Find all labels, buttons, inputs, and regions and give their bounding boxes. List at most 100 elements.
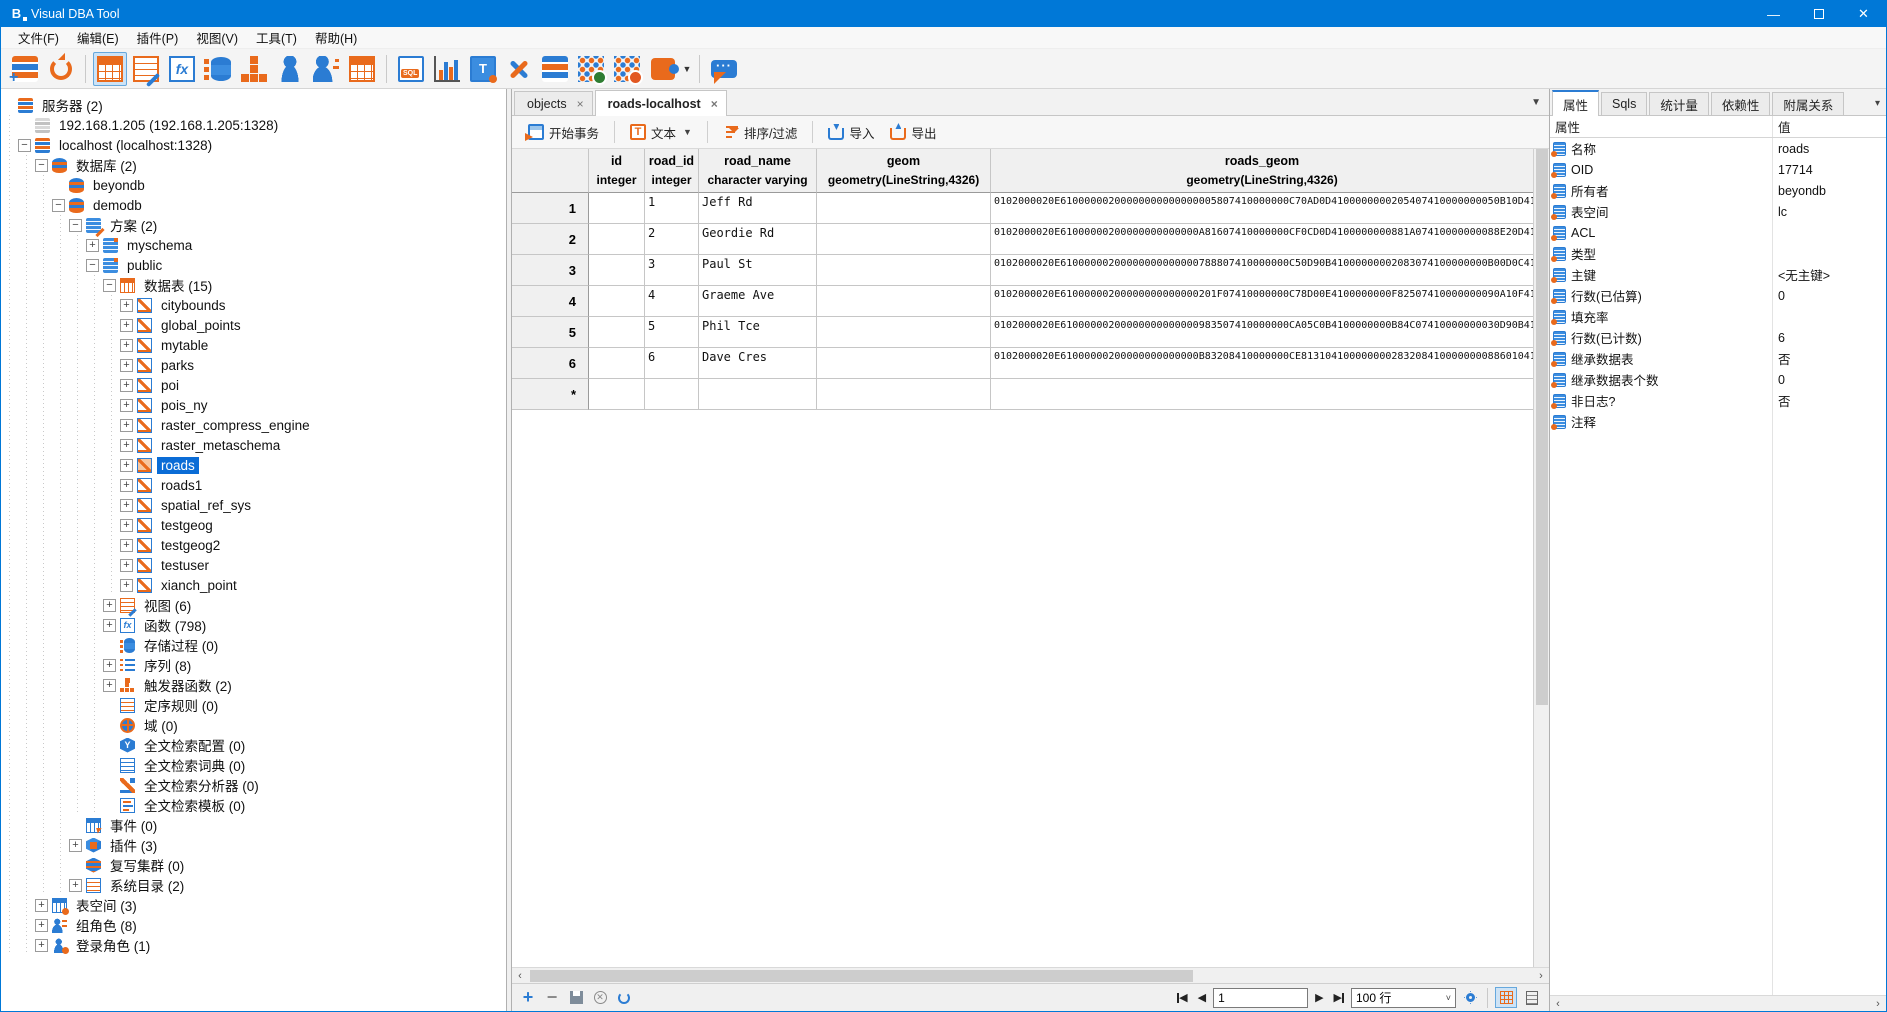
tree-item[interactable]: +spatial_ref_sys — [1, 495, 506, 515]
tree-item[interactable]: 192.168.1.205 (192.168.1.205:1328) — [1, 115, 506, 135]
refresh-data-button[interactable] — [614, 988, 634, 1008]
tree-item[interactable]: +citybounds — [1, 295, 506, 315]
sort-filter-button[interactable]: 排序/过滤 — [715, 119, 805, 146]
storage-proc-button[interactable] — [201, 52, 235, 86]
tree-item[interactable]: 存储过程 (0) — [1, 635, 506, 655]
column-header-id[interactable]: idinteger — [589, 149, 645, 193]
tab-objects[interactable]: objects× — [514, 91, 593, 115]
close-icon[interactable]: × — [711, 97, 718, 111]
form-view-toggle[interactable] — [1521, 987, 1543, 1008]
cell-id[interactable] — [589, 348, 645, 379]
tree-expander-collapse[interactable]: − — [103, 279, 116, 292]
tree-item[interactable]: −数据表 (15) — [1, 275, 506, 295]
user-button[interactable] — [273, 52, 307, 86]
tree-item[interactable]: 复写集群 (0) — [1, 855, 506, 875]
property-row[interactable]: 非日志?否 — [1550, 390, 1886, 411]
chevron-down-icon[interactable]: ▼ — [681, 52, 693, 86]
sql-file-button[interactable] — [394, 52, 428, 86]
column-header-geom[interactable]: geomgeometry(LineString,4326) — [817, 149, 991, 193]
cell-roads_geom[interactable]: 0102000020E61000000200000000000000A81607… — [991, 224, 1533, 255]
column-header-road_name[interactable]: road_namecharacter varying — [699, 149, 817, 193]
property-row[interactable]: 类型 — [1550, 243, 1886, 264]
menu-item[interactable]: 视图(V) — [187, 26, 247, 49]
property-row[interactable]: 所有者beyondb — [1550, 180, 1886, 201]
grid-enable-button[interactable] — [574, 52, 608, 86]
last-page-button[interactable]: ▶ — [1331, 991, 1347, 1004]
template-doc-button[interactable] — [466, 52, 500, 86]
cell-id[interactable] — [589, 193, 645, 224]
tree-item[interactable]: 全文检索词典 (0) — [1, 755, 506, 775]
cell-id[interactable] — [589, 255, 645, 286]
tree-item[interactable]: +插件 (3) — [1, 835, 506, 855]
scroll-right-icon[interactable]: › — [1870, 998, 1886, 1010]
tree-expander-expand[interactable]: + — [103, 679, 116, 692]
tree-expander-expand[interactable]: + — [120, 319, 133, 332]
refresh-button[interactable] — [44, 52, 78, 86]
cell-id[interactable] — [589, 224, 645, 255]
row-header[interactable]: 5 — [512, 317, 589, 348]
panel-horizontal-scrollbar[interactable]: ‹ › — [1550, 995, 1886, 1011]
save-button[interactable] — [566, 988, 586, 1008]
tree-item[interactable]: 定序规则 (0) — [1, 695, 506, 715]
tree-item[interactable]: +testgeog — [1, 515, 506, 535]
menu-item[interactable]: 编辑(E) — [68, 26, 128, 49]
cell-road_id[interactable]: 3 — [645, 255, 699, 286]
column-header-roads_geom[interactable]: roads_geomgeometry(LineString,4326) — [991, 149, 1533, 193]
cell-geom[interactable] — [817, 193, 991, 224]
cell-road_name[interactable]: Phil Tce — [699, 317, 817, 348]
tree-item[interactable]: 全文检索配置 (0) — [1, 735, 506, 755]
tools-wrench-button[interactable] — [502, 52, 536, 86]
user-roles-button[interactable] — [309, 52, 343, 86]
tree-item[interactable]: +roads1 — [1, 475, 506, 495]
tree-item[interactable]: beyondb — [1, 175, 506, 195]
tree-expander-expand[interactable]: + — [120, 559, 133, 572]
cell-geom[interactable] — [817, 379, 991, 410]
panel-tab-属性[interactable]: 属性 — [1552, 90, 1599, 116]
statistics-chart-button[interactable] — [430, 52, 464, 86]
tree-item[interactable]: +myschema — [1, 235, 506, 255]
row-header[interactable]: 2 — [512, 224, 589, 255]
tree-item[interactable]: +函数 (798) — [1, 615, 506, 635]
tree-expander-expand[interactable]: + — [120, 339, 133, 352]
tree-expander-expand[interactable]: + — [120, 519, 133, 532]
text-mode-dropdown[interactable]: 文本 ▼ — [622, 119, 700, 146]
grid-horizontal-scrollbar[interactable]: ‹ › — [512, 967, 1549, 983]
data-grid-button[interactable] — [345, 52, 379, 86]
cell-road_name[interactable]: Dave Cres — [699, 348, 817, 379]
tree-expander-expand[interactable]: + — [120, 419, 133, 432]
prev-page-button[interactable]: ◀ — [1195, 991, 1209, 1004]
edit-view-button[interactable] — [129, 52, 163, 86]
tree-item[interactable]: −方案 (2) — [1, 215, 506, 235]
property-row[interactable]: 注释 — [1550, 411, 1886, 432]
row-header[interactable]: * — [512, 379, 589, 410]
property-row[interactable]: 行数(已估算)0 — [1550, 285, 1886, 306]
property-row[interactable]: 主键<无主键> — [1550, 264, 1886, 285]
cell-geom[interactable] — [817, 317, 991, 348]
begin-transaction-button[interactable]: 开始事务 — [520, 119, 607, 146]
tree-expander-expand[interactable]: + — [35, 919, 48, 932]
tree-item[interactable]: 全文检索分析器 (0) — [1, 775, 506, 795]
menu-item[interactable]: 工具(T) — [247, 26, 306, 49]
tree-item[interactable]: +触发器函数 (2) — [1, 675, 506, 695]
tree-expander-expand[interactable]: + — [120, 399, 133, 412]
cell-id[interactable] — [589, 286, 645, 317]
row-header[interactable]: 6 — [512, 348, 589, 379]
tree-item[interactable]: +视图 (6) — [1, 595, 506, 615]
cell-road_id[interactable]: 4 — [645, 286, 699, 317]
tree-expander-expand[interactable]: + — [69, 879, 82, 892]
property-row[interactable]: 继承数据表否 — [1550, 348, 1886, 369]
cell-road_id[interactable]: 5 — [645, 317, 699, 348]
tree-item[interactable]: +mytable — [1, 335, 506, 355]
tree-item[interactable]: +组角色 (8) — [1, 915, 506, 935]
scrollbar-thumb[interactable] — [1536, 149, 1548, 705]
scroll-left-icon[interactable]: ‹ — [1550, 998, 1566, 1010]
column-header-road_id[interactable]: road_idinteger — [645, 149, 699, 193]
page-size-select[interactable]: 100 行 ˅ — [1351, 988, 1456, 1008]
tree-item[interactable]: +testuser — [1, 555, 506, 575]
tree-expander-collapse[interactable]: − — [69, 219, 82, 232]
cell-geom[interactable] — [817, 286, 991, 317]
tree-item[interactable]: +raster_compress_engine — [1, 415, 506, 435]
function-button[interactable] — [165, 52, 199, 86]
scroll-left-icon[interactable]: ‹ — [512, 970, 528, 982]
tree-expander-collapse[interactable]: − — [86, 259, 99, 272]
